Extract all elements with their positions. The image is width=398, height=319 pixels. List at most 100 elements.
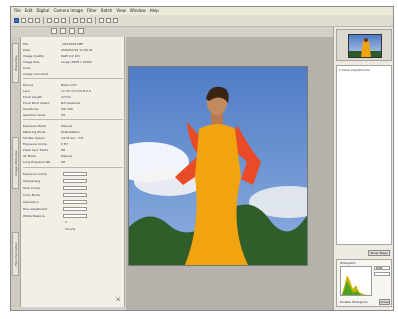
tab-image-attributes[interactable]: Image Attributes [12, 137, 19, 189]
menu-batch[interactable]: Batch [101, 9, 113, 13]
navigator-thumbnail[interactable] [348, 34, 382, 58]
menu-file[interactable]: File [14, 9, 21, 13]
right-panel: 5 Show Adjustments Show Steps Histogram … [333, 27, 393, 310]
prop-value: Manual [61, 153, 72, 158]
histogram-title: Histogram [340, 261, 356, 265]
show-steps-button[interactable]: Show Steps [368, 250, 390, 256]
left-tab-strip: Properties Image Attributes File Informa… [11, 37, 21, 307]
eyedropper-icon[interactable] [61, 18, 66, 23]
prop-label: Image Comment [23, 71, 49, 76]
crop-tool-icon[interactable] [35, 18, 40, 23]
prop-value: 2004/07/29 11:09:41 [61, 47, 93, 52]
view-subtoolbar [51, 28, 84, 34]
fit-screen-icon[interactable] [73, 18, 78, 23]
setting-select[interactable]: Cloudy [63, 213, 87, 231]
prop-label: Exposure Mode [23, 123, 47, 128]
help-icon[interactable] [113, 18, 118, 23]
main-photo[interactable] [128, 66, 308, 266]
print-icon[interactable] [106, 18, 111, 23]
histogram-option-select[interactable] [374, 272, 390, 276]
setting-select[interactable]: 0 EV [63, 171, 87, 189]
toolbar-divider [69, 17, 70, 24]
tab-properties[interactable]: Properties [12, 43, 19, 83]
prop-value: f/8 [61, 112, 65, 117]
setting-select[interactable]: Normal [63, 178, 87, 196]
prop-value: 17mm [61, 94, 71, 99]
prop-value: Manual [61, 123, 72, 128]
prop-value: _DSC0016.NEF [61, 41, 84, 46]
menu-help[interactable]: Help [150, 9, 159, 13]
prop-value: 0 EV [61, 141, 68, 146]
prop-label: AF Mode [23, 153, 36, 158]
prop-label: Image Size [23, 59, 40, 64]
setting-select[interactable]: 0 [63, 206, 87, 224]
actual-size-icon[interactable] [80, 18, 85, 23]
compare-icon[interactable] [87, 18, 92, 23]
prop-label: Device [23, 82, 34, 87]
prop-value: ISO 200 [61, 106, 73, 111]
resize-grip-icon[interactable]: ⇲ [115, 296, 120, 303]
histogram-graph [340, 266, 372, 296]
tab-file-information-label: File Information [13, 242, 18, 266]
prop-label: Image Quality [23, 53, 45, 58]
menu-filter[interactable]: Filter [87, 9, 97, 13]
thumbnail-image [349, 38, 381, 57]
split-view-icon[interactable] [60, 28, 66, 34]
prop-label: Focal Point Select [23, 100, 50, 105]
hand-tool-icon[interactable] [21, 18, 26, 23]
menu-digital[interactable]: Digital [36, 9, 49, 13]
menu-camera-image[interactable]: Camera Image [53, 9, 83, 13]
prop-value: RAW (12 bit) [61, 53, 80, 58]
section-divider [23, 167, 123, 168]
setting-label: Saturation [23, 199, 39, 204]
adjustments-list[interactable]: 5 Show Adjustments [336, 65, 392, 245]
setting-value: Cloudy [65, 226, 76, 231]
histogram-close-button[interactable]: Close [379, 299, 390, 305]
section-divider [23, 119, 123, 120]
toolbar [11, 15, 393, 27]
setting-label: Tone Comp. [23, 185, 41, 190]
histogram-svg [341, 275, 367, 295]
prop-label: Date [23, 47, 31, 52]
rotate-left-icon[interactable] [47, 18, 52, 23]
histogram-panel: Histogram RGB Disable Histogram Close [336, 259, 392, 307]
setting-select[interactable]: Normal [63, 199, 87, 217]
setting-select[interactable]: Normal [63, 185, 87, 203]
prop-value: 17-70 mm F/2.8-4.5 [61, 88, 91, 93]
prop-label: Metering Mode [23, 129, 46, 134]
save-icon[interactable] [99, 18, 104, 23]
tab-image-attributes-label: Image Attributes [13, 150, 18, 176]
single-view-icon[interactable] [51, 28, 57, 34]
prop-label: Sensitivity [23, 106, 39, 111]
select-tool-icon[interactable] [14, 18, 19, 23]
zoom-tool-icon[interactable] [28, 18, 33, 23]
setting-label: Sharpening [23, 178, 41, 183]
toolbar-divider [43, 17, 44, 24]
setting-label: White Balance [23, 213, 45, 218]
rotate-right-icon[interactable] [54, 18, 59, 23]
prop-value: Large (3008 x 2000) [61, 59, 92, 64]
prop-value: Off [61, 159, 66, 164]
overlay-view-icon[interactable] [78, 28, 84, 34]
quad-view-icon[interactable] [69, 28, 75, 34]
setting-label: Hue Adjustment [23, 206, 48, 211]
setting-label: Exposure Comp. [23, 171, 48, 176]
info-panel: File _DSC0016.NEF Date 2004/07/29 11:09:41… [21, 37, 125, 307]
menu-edit[interactable]: Edit [25, 9, 33, 13]
navigator-panel [336, 29, 392, 61]
tab-file-information[interactable]: File Information [12, 232, 19, 276]
prop-label: Lens [23, 88, 30, 93]
prop-label: Shutter Speed [23, 135, 45, 140]
menu-window[interactable]: Window [130, 9, 146, 13]
photo-svg [129, 67, 307, 265]
prop-value: Off [61, 147, 66, 152]
menu-view[interactable]: View [116, 9, 126, 13]
setting-value: 0 [65, 219, 67, 224]
toolbar-divider [95, 17, 96, 24]
histogram-channel-select[interactable]: RGB [374, 266, 390, 270]
prop-value: Not Selected [61, 100, 81, 105]
histogram-footer[interactable]: Disable Histogram [340, 300, 368, 304]
histogram-channel-value: RGB [376, 266, 383, 270]
setting-select[interactable]: Mode I [63, 192, 87, 210]
prop-label: Color [23, 65, 31, 70]
